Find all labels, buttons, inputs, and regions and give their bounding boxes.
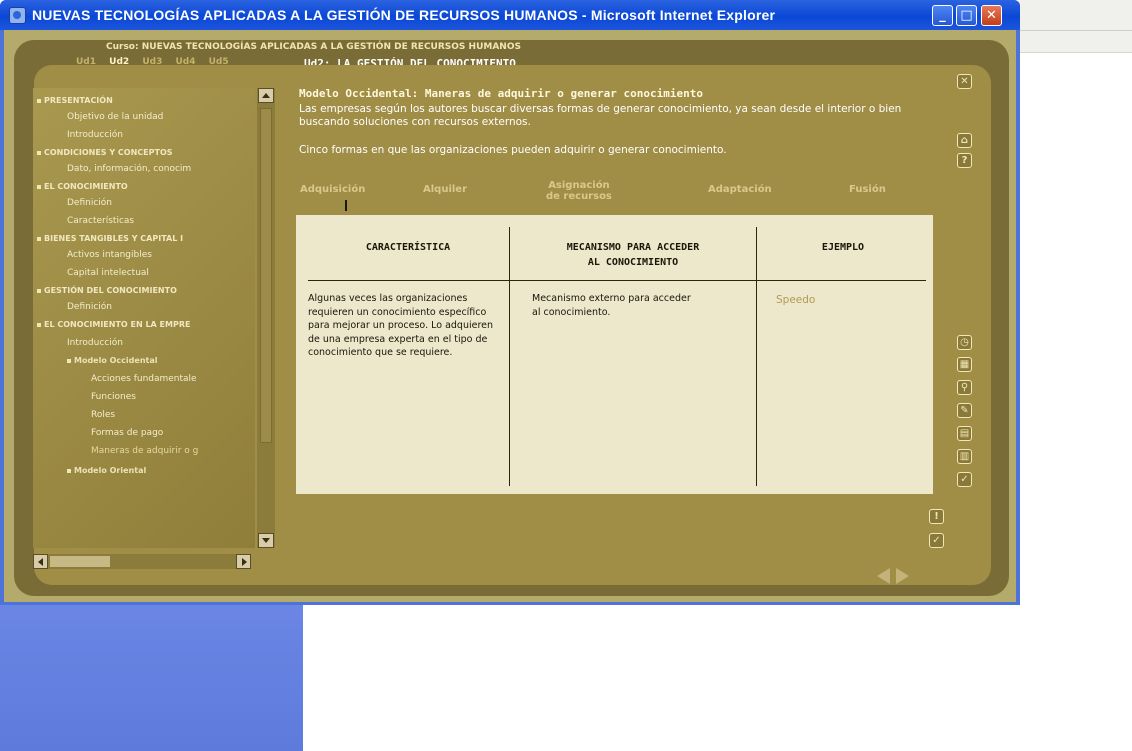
intro-text: Las empresas según los autores buscar di… <box>299 103 902 128</box>
cell-ejemplo[interactable]: Speedo <box>776 294 815 308</box>
header-line: AL CONOCIMIENTO <box>587 257 679 268</box>
alert-icon[interactable]: ! <box>929 509 944 524</box>
toc-item[interactable]: Características <box>67 216 134 226</box>
column-divider <box>756 227 757 486</box>
toc-item[interactable]: Modelo Oriental <box>67 466 146 475</box>
tab-asignacion-recursos[interactable]: Asignación de recursos <box>546 180 612 202</box>
toc-item[interactable]: GESTIÓN DEL CONOCIMIENTO <box>37 286 177 295</box>
scroll-right-icon[interactable] <box>236 554 251 569</box>
minimize-button[interactable]: _ <box>932 5 953 26</box>
toc-item[interactable]: Activos intangibles <box>67 250 152 260</box>
toc-item[interactable]: Modelo Occidental <box>67 356 157 365</box>
intro-subtext: Cinco formas en que las organizaciones p… <box>299 144 727 156</box>
title-bar[interactable]: NUEVAS TECNOLOGÍAS APLICADAS A LA GESTIÓ… <box>0 0 1020 30</box>
calculator-icon[interactable]: ▦ <box>957 357 972 372</box>
table-header-mecanismo: MECANISMO PARA ACCEDER AL CONOCIMIENTO <box>510 240 756 270</box>
cell-mecanismo: Mecanismo externo para acceder al conoci… <box>532 293 691 318</box>
close-window-button[interactable]: ✕ <box>981 5 1002 26</box>
tab-label-line: de recursos <box>546 191 612 202</box>
active-tab-marker <box>345 200 347 211</box>
tab-fusion[interactable]: Fusión <box>849 184 886 195</box>
toc-item[interactable]: EL CONOCIMIENTO <box>37 182 128 191</box>
desktop-background <box>0 600 303 751</box>
home-icon[interactable]: ⌂ <box>957 133 972 148</box>
scroll-thumb[interactable] <box>50 556 110 567</box>
search-icon[interactable]: ⚲ <box>957 380 972 395</box>
check-icon[interactable]: ✓ <box>957 472 972 487</box>
toc-item[interactable]: Dato, información, conocim <box>67 164 191 174</box>
scroll-up-icon[interactable] <box>258 88 274 103</box>
scroll-thumb[interactable] <box>260 108 272 443</box>
clock-icon[interactable]: ◷ <box>957 335 972 350</box>
toc-item[interactable]: EL CONOCIMIENTO EN LA EMPRE <box>37 320 190 329</box>
scroll-left-icon[interactable] <box>33 554 48 569</box>
toc-item[interactable]: Definición <box>67 302 112 312</box>
close-icon[interactable]: ✕ <box>957 74 972 89</box>
toc-item-current[interactable]: Maneras de adquirir o g <box>91 446 198 456</box>
toc-horizontal-scrollbar[interactable] <box>33 554 251 569</box>
next-arrow-icon[interactable] <box>896 568 909 584</box>
toc-item[interactable]: PRESENTACIÓN <box>37 96 113 105</box>
toc-list: PRESENTACIÓN Objetivo de la unidad Intro… <box>33 88 255 548</box>
toc-item[interactable]: Capital intelectual <box>67 268 149 278</box>
window-title: NUEVAS TECNOLOGÍAS APLICADAS A LA GESTIÓ… <box>32 7 776 23</box>
scroll-down-icon[interactable] <box>258 533 274 548</box>
section-title: Modelo Occidental: Maneras de adquirir o… <box>299 87 703 100</box>
prev-arrow-icon[interactable] <box>877 568 890 584</box>
toc-item[interactable]: Acciones fundamentale <box>91 374 197 384</box>
toc-item[interactable]: Definición <box>67 198 112 208</box>
ie-icon <box>9 7 26 24</box>
toc-sidebar: PRESENTACIÓN Objetivo de la unidad Intro… <box>33 88 283 588</box>
tab-label-line: Asignación <box>548 180 610 191</box>
toc-item[interactable]: Formas de pago <box>91 428 163 438</box>
toc-item[interactable]: CONDICIONES Y CONCEPTOS <box>37 148 173 157</box>
toc-item[interactable]: Introducción <box>67 130 123 140</box>
content-panel: CARACTERÍSTICA MECANISMO PARA ACCEDER AL… <box>296 215 933 494</box>
toc-item[interactable]: BIENES TANGIBLES Y CAPITAL I <box>37 234 183 243</box>
column-divider <box>509 227 510 486</box>
course-title: Curso: NUEVAS TECNOLOGÍAS APLICADAS A LA… <box>106 42 521 52</box>
toc-item[interactable]: Introducción <box>67 338 123 348</box>
cell-caracteristica: Algunas veces las organizaciones requier… <box>308 293 494 358</box>
background-window <box>1020 0 1132 53</box>
help-icon[interactable]: ? <box>957 153 972 168</box>
maximize-button[interactable]: □ <box>956 5 977 26</box>
confirm-icon[interactable]: ✓ <box>929 533 944 548</box>
glossary-icon[interactable]: ▤ <box>957 426 972 441</box>
toc-vertical-scrollbar[interactable] <box>257 88 275 548</box>
table-header-caracteristica: CARACTERÍSTICA <box>365 242 451 253</box>
toc-item[interactable]: Funciones <box>91 392 136 402</box>
table-header-ejemplo: EJEMPLO <box>821 242 865 253</box>
tab-adquisicion[interactable]: Adquisición <box>300 184 365 195</box>
toc-item[interactable]: Roles <box>91 410 115 420</box>
header-divider <box>308 280 926 281</box>
header-line: MECANISMO PARA ACCEDER <box>566 242 700 253</box>
notes-icon[interactable]: ✎ <box>957 403 972 418</box>
bibliography-icon[interactable]: ▥ <box>957 449 972 464</box>
tab-adaptacion[interactable]: Adaptación <box>708 184 772 195</box>
toc-item[interactable]: Objetivo de la unidad <box>67 112 163 122</box>
tab-alquiler[interactable]: Alquiler <box>423 184 467 195</box>
